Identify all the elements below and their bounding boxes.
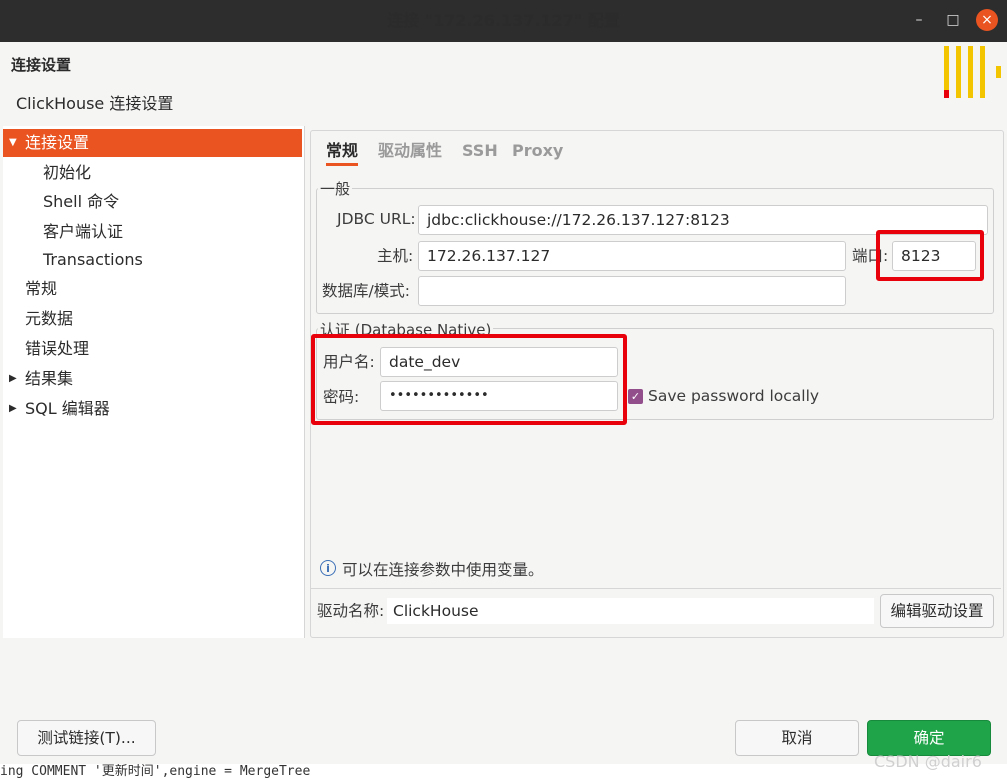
- sidebar-item-label: SQL 编辑器: [25, 399, 110, 418]
- sidebar-item-connection-settings[interactable]: ▼ 连接设置: [3, 129, 302, 157]
- maximize-button[interactable]: □: [942, 9, 964, 31]
- host-label: 主机:: [377, 247, 414, 265]
- chevron-down-icon: ▼: [9, 137, 17, 148]
- close-button[interactable]: ×: [976, 9, 998, 31]
- host-input[interactable]: 172.26.137.127: [418, 241, 846, 271]
- sidebar-item-init[interactable]: 初始化: [3, 159, 302, 187]
- background-editor-text: ing COMMENT '更新时间',engine = MergeTree: [0, 764, 1007, 780]
- general-group-title: 一般: [318, 178, 353, 199]
- save-password-checkbox[interactable]: ✓: [628, 389, 643, 404]
- sidebar-item-label: 结果集: [25, 369, 74, 388]
- highlight-credentials-box: [311, 334, 627, 425]
- variables-info-text: 可以在连接参数中使用变量。: [342, 561, 544, 579]
- divider: [311, 588, 1001, 589]
- driver-name-label: 驱动名称:: [317, 602, 385, 620]
- sidebar-item-general[interactable]: 常规: [3, 275, 302, 303]
- database-label: 数据库/模式:: [322, 282, 410, 300]
- sidebar-item-label: 连接设置: [25, 133, 90, 152]
- cancel-button[interactable]: 取消: [735, 720, 859, 756]
- sidebar-item-sql-editor[interactable]: ▶ SQL 编辑器: [3, 395, 302, 423]
- database-input[interactable]: [418, 276, 846, 306]
- minimize-button[interactable]: –: [908, 9, 930, 31]
- driver-name-value: ClickHouse: [387, 598, 874, 624]
- jdbc-url-label: JDBC URL:: [337, 210, 416, 228]
- save-password-label[interactable]: Save password locally: [648, 381, 819, 411]
- test-connection-button[interactable]: 测试链接(T)...: [17, 720, 156, 756]
- sidebar-item-transactions[interactable]: Transactions: [3, 246, 302, 274]
- tab-proxy[interactable]: Proxy: [512, 136, 563, 166]
- ok-button[interactable]: 确定: [867, 720, 991, 756]
- header-title: 连接设置: [11, 56, 72, 74]
- header-subtitle: ClickHouse 连接设置: [16, 94, 174, 113]
- chevron-right-icon: ▶: [9, 403, 17, 414]
- sidebar-item-client-auth[interactable]: 客户端认证: [3, 218, 302, 246]
- highlight-port-box: [876, 230, 984, 281]
- chevron-right-icon: ▶: [9, 373, 17, 384]
- clickhouse-logo-icon: [944, 46, 1004, 98]
- tab-driver-properties[interactable]: 驱动属性: [378, 136, 442, 166]
- tab-ssh[interactable]: SSH: [462, 136, 498, 166]
- edit-driver-settings-button[interactable]: 编辑驱动设置: [880, 594, 994, 628]
- window-title: 连接 "172.26.137.127" 配置: [387, 11, 620, 30]
- sidebar-item-result-sets[interactable]: ▶ 结果集: [3, 365, 302, 393]
- info-icon: i: [320, 560, 336, 576]
- tab-general[interactable]: 常规: [326, 136, 359, 166]
- sidebar-item-metadata[interactable]: 元数据: [3, 305, 302, 333]
- sidebar-item-shell-commands[interactable]: Shell 命令: [3, 188, 302, 216]
- watermark: CSDN @dair6: [874, 752, 982, 771]
- sidebar-item-error-handling[interactable]: 错误处理: [3, 335, 302, 363]
